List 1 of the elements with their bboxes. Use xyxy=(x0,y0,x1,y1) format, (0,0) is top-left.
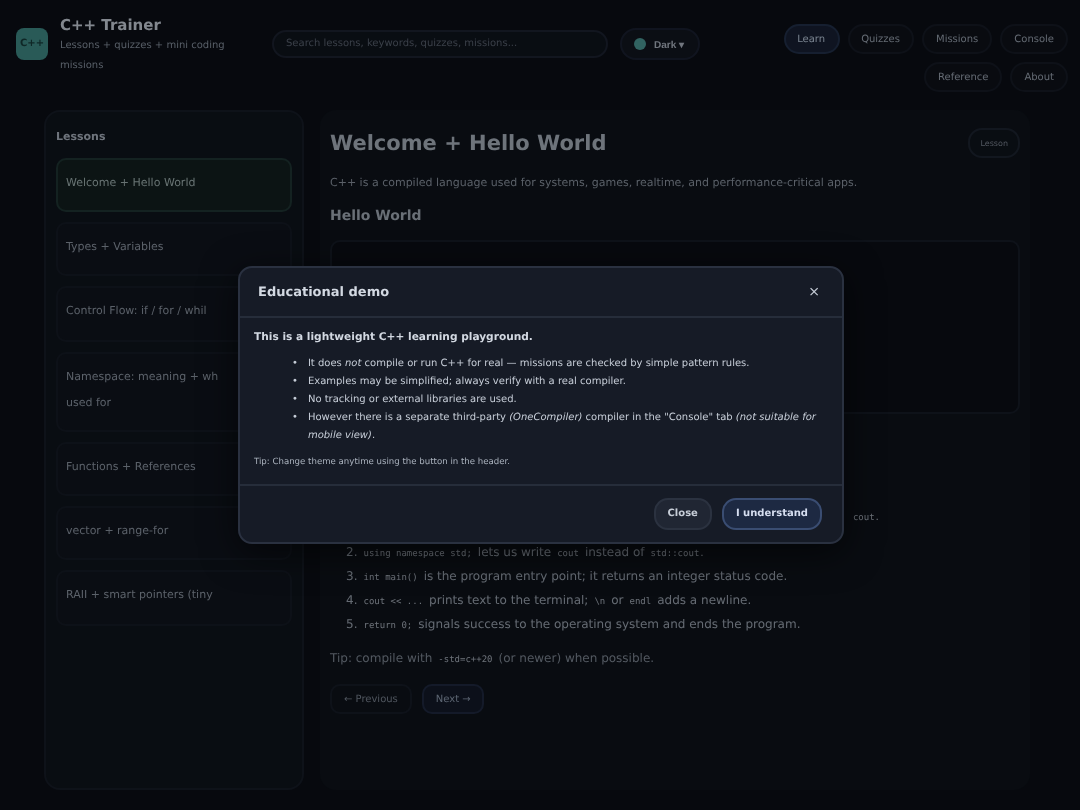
lesson-title: Welcome + Hello World xyxy=(330,131,607,155)
